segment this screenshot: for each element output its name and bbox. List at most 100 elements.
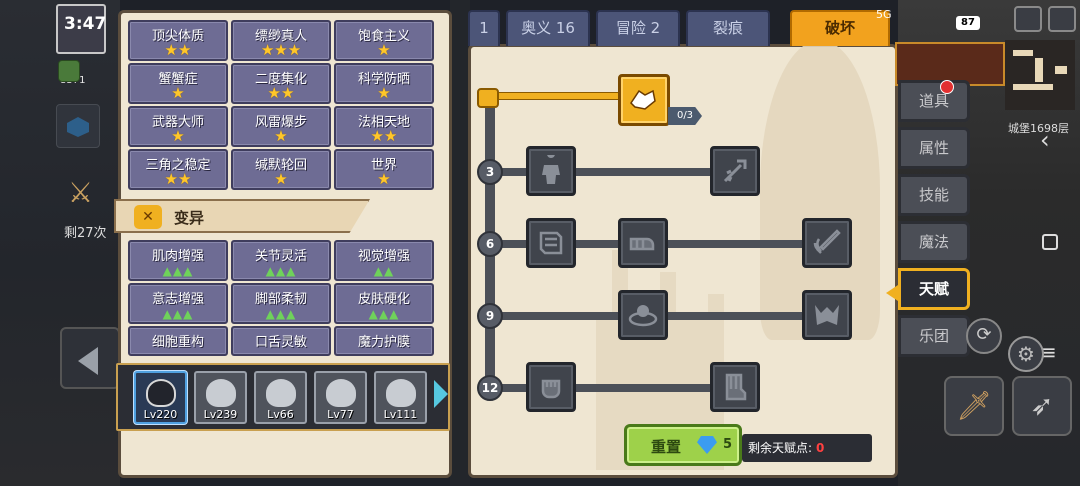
attack-button[interactable]: 🗡 [944,376,1004,436]
mutation-tile[interactable]: 细胞重构 [128,326,228,356]
roster-next-arrow-icon[interactable] [434,380,448,408]
star-icon: ★ [164,170,178,188]
triangle-icon: ▲ [275,264,287,278]
demon-icon [815,305,839,325]
star-rating: ★ [336,42,432,58]
side-menu-item[interactable]: 道具 [898,80,970,122]
star-icon: ★ [260,41,275,59]
star-icon: ★ [171,127,185,145]
mini-map[interactable] [1005,40,1075,110]
tree-node-scroll[interactable] [526,218,576,268]
triangle-icon: ▲ [384,264,395,278]
mutation-tile[interactable]: 皮肤硬化 ▲▲▲ [334,283,434,324]
gear-icon: ⚙ [1017,342,1035,366]
talent-tile[interactable]: 武器大师 ★ [128,106,228,147]
shield-button[interactable] [56,104,100,148]
mutation-level: ▲▲▲ [130,305,226,322]
talent-tile[interactable]: 科学防晒 ★ [334,63,434,104]
game-background-mid [450,0,470,486]
tree-node-body[interactable] [526,146,576,196]
tree-node-demon[interactable] [802,290,852,340]
triangle-icon: ▲ [275,307,287,321]
mutation-tile[interactable]: 关节灵活 ▲▲▲ [231,240,331,281]
sword-icon: 🗡 [956,389,992,422]
hero-card[interactable]: Lv66 [254,371,307,424]
tree-node-handshake[interactable] [618,74,670,126]
dna-icon: ✕ [134,205,162,229]
tree-node-portal[interactable] [618,290,668,340]
star-icon: ★ [178,41,192,59]
swap-button[interactable]: ⟳ [966,318,1002,354]
tree-node-fist-punch[interactable] [618,218,668,268]
star-rating: ★ [130,128,226,144]
level-marker-9: 9 [477,303,503,329]
level-marker-12: 12 [477,375,503,401]
hero-card[interactable]: Lv111 [374,371,427,424]
triangle-icon: ▲ [373,264,384,278]
star-icon: ★ [274,170,288,188]
tree-tab[interactable]: 破坏 [790,10,890,46]
star-icon: ★ [267,84,281,102]
hero-card[interactable]: Lv239 [194,371,247,424]
side-menu-item[interactable]: 技能 [898,174,970,216]
side-menu-item[interactable]: 属性 [898,127,970,169]
tree-tab[interactable]: 奥义 16 [506,10,590,46]
talent-tile[interactable]: 蟹蟹症 ★ [128,63,228,104]
tree-node-gauntlet[interactable] [710,362,760,412]
level-marker-6: 6 [477,231,503,257]
shield-icon [67,117,89,137]
talent-tile[interactable]: 风雷爆步 ★ [231,106,331,147]
hero-level: Lv239 [203,408,238,421]
tree-node-arrow[interactable] [710,146,760,196]
hero-card[interactable]: Lv220 [134,371,187,424]
mutation-tile[interactable]: 视觉增强 ▲▲ [334,240,434,281]
settings-button[interactable]: ⚙ [1008,336,1044,372]
mutation-tile[interactable]: 口舌灵敏 [231,326,331,356]
side-menu-item[interactable]: 乐团 [898,315,970,357]
star-rating: ★★ [130,42,226,58]
portal-icon [628,305,658,327]
talent-tile[interactable]: 法相天地 ★★ [334,106,434,147]
mutation-tile[interactable]: 意志增强 ▲▲▲ [128,283,228,324]
reset-label: 重置 [651,438,682,456]
talent-tile[interactable]: 世界 ★ [334,149,434,190]
talent-tile[interactable]: 饱食主义 ★ [334,20,434,61]
hero-portrait [146,379,176,407]
hero-level: Lv77 [327,408,354,421]
side-menu-pointer-icon [886,285,898,301]
tree-node-fist[interactable] [526,362,576,412]
swap-icon: ⟳ [976,324,992,345]
side-menu-item[interactable]: 天赋 [898,268,970,310]
globe-icon[interactable] [1014,6,1042,32]
mutation-tile[interactable]: 肌肉增强 ▲▲▲ [128,240,228,281]
mutation-tile[interactable]: 脚部柔韧 ▲▲▲ [231,283,331,324]
reset-button[interactable]: 重置 5 [624,424,742,466]
chevron-left-icon[interactable]: ‹ [1040,126,1050,154]
star-rating: ★ [336,85,432,101]
recent-apps-icon[interactable] [1042,234,1058,250]
side-menu-item[interactable]: 魔法 [898,221,970,263]
triangle-icon: ▲ [265,307,276,321]
star-icon: ★ [178,170,192,188]
triangle-icon: ▲ [265,264,276,278]
star-rating: ★★★ [233,42,329,58]
triangle-icon: ▲ [183,264,194,278]
tree-tab[interactable]: 冒险 2 [596,10,680,46]
talent-tile[interactable]: 二度集化 ★★ [231,63,331,104]
mutation-tile[interactable]: 魔力护膜 [334,326,434,356]
talent-tile[interactable]: 缥缈真人 ★★★ [231,20,331,61]
crossed-swords-icon: ⚔ [68,176,94,209]
star-icon: ★ [377,170,391,188]
bow-button[interactable]: ➶ [1012,376,1072,436]
tree-tab[interactable]: 裂痕 [686,10,770,46]
talent-tile[interactable]: 缄默轮回 ★ [231,149,331,190]
tree-node-sword-fire[interactable] [802,218,852,268]
dpad-left-button[interactable] [60,327,120,389]
exit-icon[interactable] [1048,6,1076,32]
star-icon: ★ [281,84,295,102]
tree-tab[interactable]: 1 [468,10,500,46]
arrow-left-icon [78,347,98,375]
hero-card[interactable]: Lv77 [314,371,367,424]
talent-tile[interactable]: 三角之稳定 ★★ [128,149,228,190]
talent-tile[interactable]: 顶尖体质 ★★ [128,20,228,61]
